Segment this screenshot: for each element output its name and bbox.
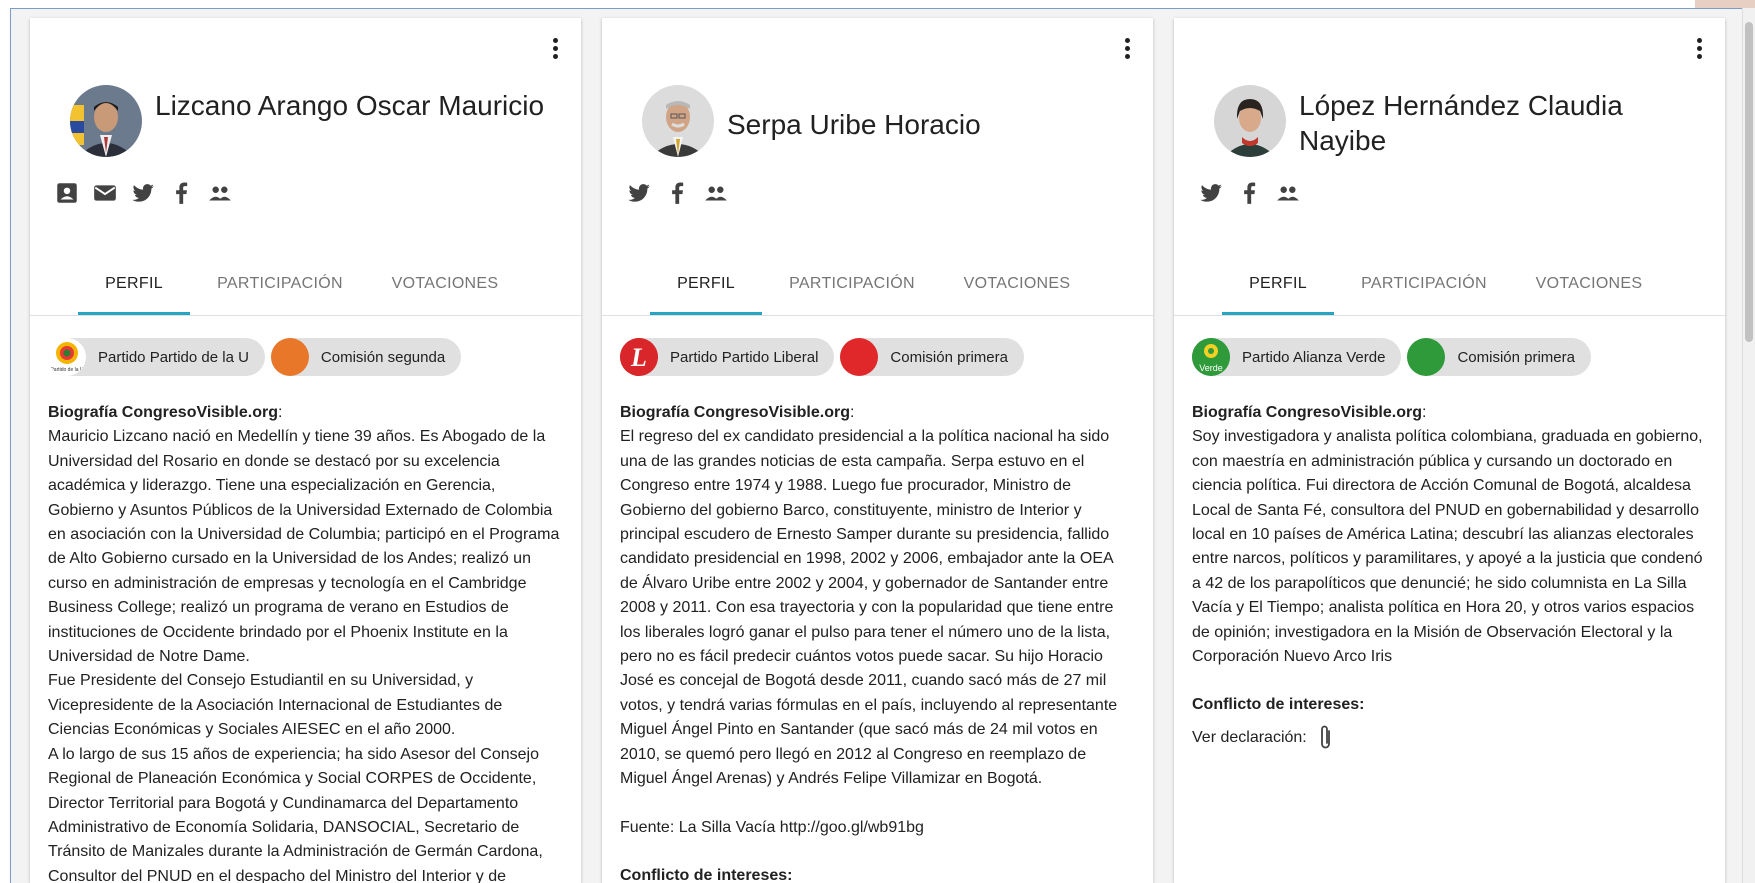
member-name: López Hernández Claudia Nayibe bbox=[1299, 90, 1623, 156]
congress-member-card: Serpa Uribe Horacio PERFIL PARTICIPACIÓN… bbox=[602, 18, 1153, 883]
tab-participacion[interactable]: PARTICIPACIÓN bbox=[762, 253, 942, 315]
twitter-icon[interactable] bbox=[130, 180, 156, 206]
party-logo-icon: Verde bbox=[1192, 338, 1230, 376]
more-options-icon[interactable] bbox=[1695, 38, 1703, 62]
biography: Biografía CongresoVisible.org: Soy inves… bbox=[1192, 401, 1707, 752]
attachment-icon[interactable] bbox=[1317, 724, 1335, 752]
window-top-border bbox=[0, 0, 1755, 9]
page-scrollbar[interactable] bbox=[1742, 8, 1755, 883]
commission-label: Comisión primera bbox=[1457, 348, 1575, 366]
avatar bbox=[70, 85, 142, 157]
member-name: Serpa Uribe Horacio bbox=[727, 109, 981, 140]
commission-label: Comisión segunda bbox=[320, 348, 446, 366]
tab-votaciones[interactable]: VOTACIONES bbox=[375, 253, 515, 315]
window-left-border bbox=[0, 8, 11, 883]
tab-participacion[interactable]: PARTICIPACIÓN bbox=[1334, 253, 1514, 315]
party-label: Partido Alianza Verde bbox=[1242, 348, 1386, 366]
window-corner bbox=[1695, 0, 1755, 8]
commission-chip[interactable]: Comisión primera bbox=[840, 338, 1024, 376]
group-icon[interactable] bbox=[702, 180, 730, 206]
bio-paragraph: Mauricio Lizcano nació en Medellín y tie… bbox=[48, 428, 560, 666]
tab-perfil[interactable]: PERFIL bbox=[1222, 253, 1334, 315]
svg-text:Verde: Verde bbox=[1199, 363, 1223, 373]
bio-paragraph: A lo largo de sus 15 años de experiencia… bbox=[48, 745, 543, 883]
conflict-of-interest-heading: Conflicto de intereses: bbox=[1192, 696, 1365, 714]
social-links bbox=[1198, 178, 1314, 208]
bio-paragraph: El regreso del ex candidato presidencial… bbox=[620, 428, 1118, 788]
social-links bbox=[54, 178, 246, 208]
tab-votaciones[interactable]: VOTACIONES bbox=[1519, 253, 1659, 315]
scrollbar-thumb[interactable] bbox=[1745, 22, 1753, 342]
social-links bbox=[626, 178, 742, 208]
party-chip[interactable]: Verde Partido Alianza Verde bbox=[1192, 338, 1402, 376]
facebook-icon[interactable] bbox=[168, 180, 194, 206]
more-options-icon[interactable] bbox=[1123, 38, 1131, 62]
member-name: Lizcano Arango Oscar Mauricio bbox=[155, 90, 545, 121]
party-logo-icon: L bbox=[620, 338, 658, 376]
profile-tabs: PERFIL PARTICIPACIÓN VOTACIONES bbox=[602, 253, 1153, 316]
biography: Biografía CongresoVisible.org: Mauricio … bbox=[48, 401, 563, 883]
bio-heading: Biografía CongresoVisible.org bbox=[48, 404, 278, 421]
party-chip[interactable]: Partido de la U Partido Partido de la U bbox=[48, 338, 265, 376]
bio-paragraph: Fue Presidente del Consejo Estudiantil e… bbox=[48, 672, 503, 739]
declaration-label: Ver declaración: bbox=[1192, 728, 1307, 746]
commission-color-dot bbox=[840, 338, 879, 376]
facebook-icon[interactable] bbox=[1236, 180, 1262, 206]
biography: Biografía CongresoVisible.org: El regres… bbox=[620, 401, 1135, 883]
email-icon[interactable] bbox=[92, 180, 118, 206]
avatar bbox=[1214, 85, 1286, 157]
party-chip[interactable]: L Partido Partido Liberal bbox=[620, 338, 835, 376]
twitter-icon[interactable] bbox=[626, 180, 652, 206]
party-label: Partido Partido Liberal bbox=[670, 348, 819, 366]
commission-chip[interactable]: Comisión primera bbox=[1407, 338, 1591, 376]
declaration-row: Ver declaración: bbox=[1192, 724, 1707, 752]
bio-source: Fuente: La Silla Vacía http://goo.gl/wb9… bbox=[620, 818, 924, 836]
commission-color-dot bbox=[270, 338, 309, 376]
more-options-icon[interactable] bbox=[551, 38, 559, 62]
contact-card-icon[interactable] bbox=[54, 180, 80, 206]
affiliation-chips: L Partido Partido Liberal Comisión prime… bbox=[620, 338, 1030, 376]
conflict-of-interest-heading: Conflicto de intereses: bbox=[620, 866, 793, 883]
avatar bbox=[642, 85, 714, 157]
tab-perfil[interactable]: PERFIL bbox=[650, 253, 762, 315]
tab-perfil[interactable]: PERFIL bbox=[78, 253, 190, 315]
profile-tabs: PERFIL PARTICIPACIÓN VOTACIONES bbox=[30, 253, 581, 316]
bio-heading: Biografía CongresoVisible.org bbox=[1192, 404, 1422, 421]
bio-paragraph: Soy investigadora y analista política co… bbox=[1192, 428, 1703, 666]
facebook-icon[interactable] bbox=[664, 180, 690, 206]
twitter-icon[interactable] bbox=[1198, 180, 1224, 206]
svg-text:Partido de la U: Partido de la U bbox=[50, 367, 83, 373]
affiliation-chips: Verde Partido Alianza Verde Comisión pri… bbox=[1192, 338, 1597, 376]
commission-label: Comisión primera bbox=[890, 348, 1008, 366]
congress-member-card: Lizcano Arango Oscar Mauricio PERFIL PAR… bbox=[30, 18, 581, 883]
congress-member-card: López Hernández Claudia Nayibe PERFIL PA… bbox=[1174, 18, 1725, 883]
group-icon[interactable] bbox=[1274, 180, 1302, 206]
party-label: Partido Partido de la U bbox=[98, 348, 249, 366]
affiliation-chips: Partido de la U Partido Partido de la U … bbox=[48, 338, 467, 376]
svg-text:L: L bbox=[630, 343, 647, 372]
commission-color-dot bbox=[1407, 338, 1446, 376]
party-logo-icon: Partido de la U bbox=[48, 338, 86, 376]
bio-heading: Biografía CongresoVisible.org bbox=[620, 404, 850, 421]
tab-votaciones[interactable]: VOTACIONES bbox=[947, 253, 1087, 315]
profile-tabs: PERFIL PARTICIPACIÓN VOTACIONES bbox=[1174, 253, 1725, 316]
group-icon[interactable] bbox=[206, 180, 234, 206]
tab-participacion[interactable]: PARTICIPACIÓN bbox=[190, 253, 370, 315]
commission-chip[interactable]: Comisión segunda bbox=[270, 338, 462, 376]
